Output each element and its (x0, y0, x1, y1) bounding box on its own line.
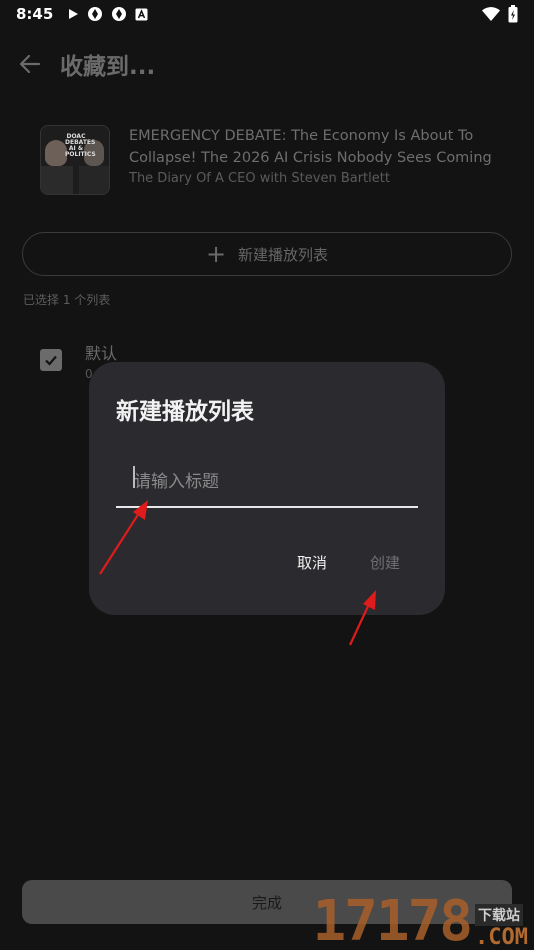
dialog-title: 新建播放列表 (116, 399, 254, 425)
playlist-title-input[interactable] (116, 458, 418, 508)
new-playlist-dialog: 新建播放列表 取消 创建 (89, 362, 445, 615)
create-button[interactable]: 创建 (370, 552, 400, 573)
text-cursor (133, 466, 135, 488)
cancel-button[interactable]: 取消 (297, 552, 327, 573)
